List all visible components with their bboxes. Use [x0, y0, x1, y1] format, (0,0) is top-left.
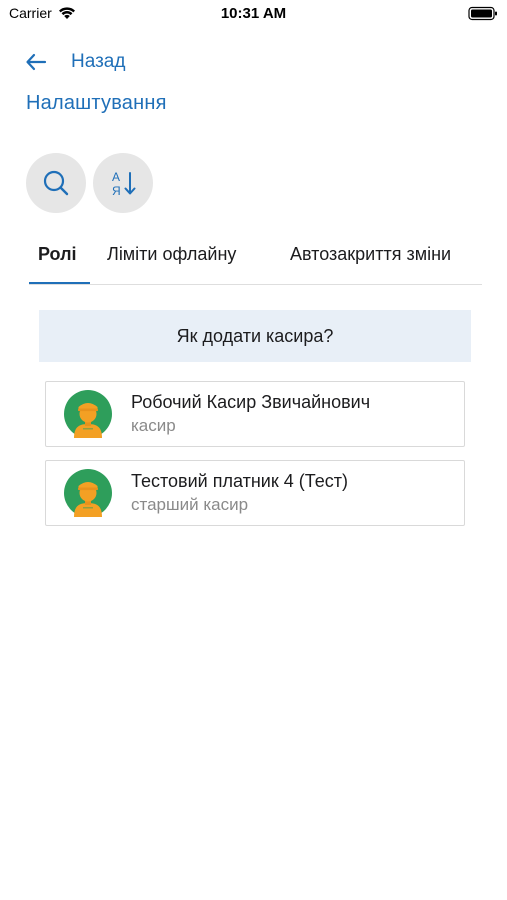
back-button[interactable]: Назад — [24, 49, 125, 75]
back-label: Назад — [71, 51, 126, 72]
user-card[interactable]: Робочий Касир Звичайнович касир — [45, 381, 465, 447]
battery-icon — [468, 6, 497, 21]
active-tab-indicator — [29, 282, 90, 284]
search-icon — [43, 170, 69, 196]
tab-offline-limits[interactable]: Ліміти офлайну — [107, 244, 236, 265]
clock: 10:31 AM — [220, 5, 287, 22]
sort-glyph-top: А — [112, 170, 120, 184]
search-button[interactable] — [26, 153, 86, 213]
tab-roles[interactable]: Ролі — [38, 244, 77, 265]
how-to-add-cashier-banner[interactable]: Як додати касира? — [39, 310, 471, 362]
cashier-avatar-icon — [64, 390, 112, 438]
user-card[interactable]: Тестовий платник 4 (Тест) старший касир — [45, 460, 465, 526]
tab-bar: Ролі Ліміти офлайну Автозакриття зміни — [29, 240, 482, 285]
status-bar: Carrier 10:31 AM — [0, 0, 507, 30]
help-banner-text: Як додати касира? — [176, 325, 334, 346]
user-name: Робочий Касир Звичайнович — [131, 392, 371, 412]
sort-button[interactable]: А Я — [93, 153, 153, 213]
page-title: Налаштування — [26, 92, 167, 114]
tab-auto-close-shift[interactable]: Автозакриття зміни — [290, 244, 451, 265]
user-name: Тестовий платник 4 (Тест) — [131, 471, 348, 491]
user-role: касир — [131, 416, 176, 435]
back-arrow-icon — [26, 53, 47, 71]
cashier-avatar-icon — [64, 469, 112, 517]
sort-alpha-icon: А Я — [112, 170, 136, 198]
user-role: старший касир — [131, 495, 249, 514]
sort-glyph-bottom: Я — [112, 184, 121, 198]
